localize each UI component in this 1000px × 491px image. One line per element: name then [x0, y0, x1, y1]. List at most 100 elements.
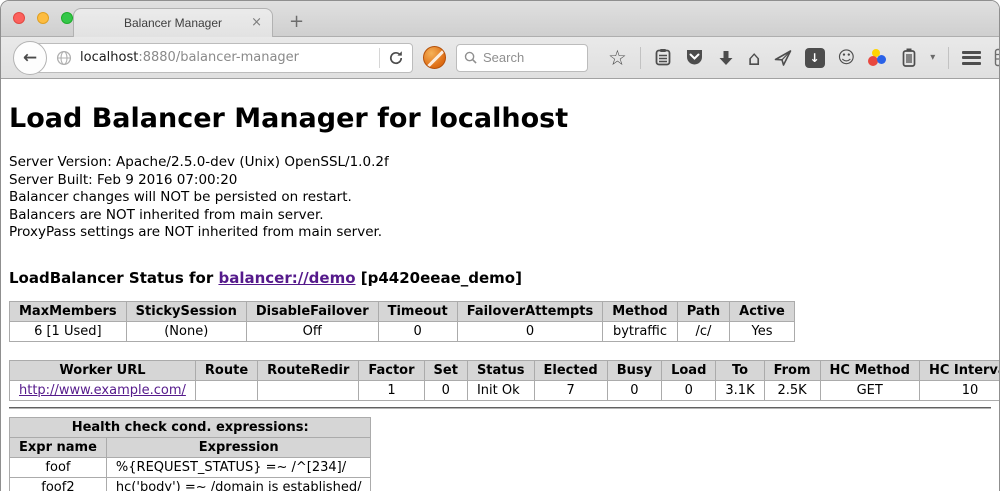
pocket-icon[interactable]: [685, 48, 704, 67]
cell-routeredir: [258, 380, 359, 400]
server-version-line: Server Version: Apache/2.5.0-dev (Unix) …: [9, 154, 991, 172]
bookmark-star-icon[interactable]: ☆: [608, 46, 627, 70]
battery-extension-icon[interactable]: [901, 48, 917, 67]
column-header: Busy: [607, 360, 661, 380]
close-window-button[interactable]: [13, 12, 25, 24]
column-header: MaxMembers: [10, 301, 127, 321]
column-header: Set: [424, 360, 467, 380]
column-header: Expression: [106, 437, 371, 457]
column-header: Status: [467, 360, 534, 380]
search-icon: [464, 51, 477, 64]
worker-url-link[interactable]: http://www.example.com/: [19, 383, 186, 398]
health-check-caption: Health check cond. expressions:: [10, 417, 371, 437]
cell-factor: 1: [359, 380, 424, 400]
column-header: From: [764, 360, 820, 380]
search-bar[interactable]: Search: [456, 44, 588, 72]
page-content: Load Balancer Manager for localhost Serv…: [1, 79, 999, 491]
colored-dots-extension-icon[interactable]: [868, 48, 888, 68]
table-header-row: MaxMembers StickySession DisableFailover…: [10, 301, 795, 321]
reading-list-icon[interactable]: [654, 48, 672, 67]
column-header: Worker URL: [10, 360, 196, 380]
window-controls: [13, 12, 73, 24]
worker-table: Worker URL Route RouteRedir Factor Set S…: [9, 360, 999, 401]
navigation-toolbar: ← localhost:8880/balancer-manager Search…: [1, 37, 999, 79]
cell-expr-name: foof2: [10, 477, 107, 491]
cell-active: Yes: [730, 321, 795, 341]
back-button[interactable]: ←: [13, 41, 47, 75]
send-plane-icon[interactable]: [774, 49, 792, 67]
url-bar-group: ← localhost:8880/balancer-manager: [13, 43, 413, 73]
home-icon[interactable]: ⌂: [748, 46, 761, 70]
notice-line: Balancers are NOT inherited from main se…: [9, 207, 991, 225]
cell-set: 0: [424, 380, 467, 400]
expression-row: foof %{REQUEST_STATUS} =~ /^[234]/: [10, 457, 371, 477]
worker-row: http://www.example.com/ 1 0 Init Ok 7 0 …: [10, 380, 1000, 400]
cell-route: [195, 380, 257, 400]
cell-from: 2.5K: [764, 380, 820, 400]
cell-to: 3.1K: [716, 380, 764, 400]
site-identity-globe-icon: [56, 50, 72, 66]
minimize-window-button[interactable]: [37, 12, 49, 24]
balancer-demo-link[interactable]: balancer://demo: [218, 269, 355, 287]
column-header: RouteRedir: [258, 360, 359, 380]
heading-prefix: LoadBalancer Status for: [9, 269, 218, 287]
column-header: FailoverAttempts: [457, 301, 603, 321]
cell-worker-url: http://www.example.com/: [10, 380, 196, 400]
server-info: Server Version: Apache/2.5.0-dev (Unix) …: [9, 154, 991, 242]
page-title: Load Balancer Manager for localhost: [9, 103, 991, 134]
toolbar-icons: ☆ ⌂ ↓ ☺ ▾: [608, 46, 1000, 70]
column-header: StickySession: [126, 301, 246, 321]
url-path: :8880/balancer-manager: [138, 50, 299, 65]
cell-disablefailover: Off: [246, 321, 378, 341]
cell-stickysession: (None): [126, 321, 246, 341]
titlebar: Balancer Manager × +: [1, 1, 999, 37]
cell-status: Init Ok: [467, 380, 534, 400]
balancer-settings-table: MaxMembers StickySession DisableFailover…: [9, 301, 795, 342]
flash-blocked-icon[interactable]: [423, 46, 446, 69]
url-bar[interactable]: localhost:8880/balancer-manager: [29, 43, 413, 73]
download-arrow-icon[interactable]: [717, 49, 735, 67]
column-header: To: [716, 360, 764, 380]
notice-line: Balancer changes will NOT be persisted o…: [9, 189, 991, 207]
cell-expression: %{REQUEST_STATUS} =~ /^[234]/: [106, 457, 371, 477]
table-caption-row: Health check cond. expressions:: [10, 417, 371, 437]
column-header: Method: [603, 301, 677, 321]
maximize-window-button[interactable]: [61, 12, 73, 24]
chevron-down-icon[interactable]: ▾: [930, 52, 935, 63]
column-header: Elected: [534, 360, 607, 380]
toolbar-divider: [948, 47, 949, 69]
tab-title: Balancer Manager: [124, 16, 222, 30]
emoji-chat-icon[interactable]: ☺: [838, 48, 856, 68]
cell-maxmembers: 6 [1 Used]: [10, 321, 127, 341]
cell-expression: hc('body') =~ /domain is established/: [106, 477, 371, 491]
screenshot-grid-extension-icon[interactable]: [994, 48, 1000, 67]
column-header: Load: [662, 360, 716, 380]
column-header: Factor: [359, 360, 424, 380]
notice-line: ProxyPass settings are NOT inherited fro…: [9, 224, 991, 242]
server-built-line: Server Built: Feb 9 2016 07:00:20: [9, 172, 991, 190]
column-header: Route: [195, 360, 257, 380]
expression-row: foof2 hc('body') =~ /domain is establish…: [10, 477, 371, 491]
close-tab-icon[interactable]: ×: [251, 15, 262, 30]
browser-window: Balancer Manager × + ← localhost:8880/ba…: [0, 0, 1000, 491]
column-header: Path: [677, 301, 729, 321]
download-box-icon[interactable]: ↓: [805, 48, 825, 68]
search-placeholder: Search: [483, 50, 524, 65]
column-header: HC Interval: [919, 360, 999, 380]
cell-busy: 0: [607, 380, 661, 400]
section-divider: [9, 407, 991, 409]
column-header: Expr name: [10, 437, 107, 457]
reload-icon[interactable]: [388, 50, 404, 66]
cell-method: bytraffic: [603, 321, 677, 341]
cell-hc-method: GET: [820, 380, 919, 400]
menu-icon[interactable]: [962, 51, 981, 65]
health-check-table: Health check cond. expressions: Expr nam…: [9, 417, 371, 491]
table-row: 6 [1 Used] (None) Off 0 0 bytraffic /c/ …: [10, 321, 795, 341]
tab-balancer-manager[interactable]: Balancer Manager ×: [73, 8, 273, 37]
new-tab-button[interactable]: +: [289, 12, 304, 32]
cell-expr-name: foof: [10, 457, 107, 477]
cell-load: 0: [662, 380, 716, 400]
table-header-row: Expr name Expression: [10, 437, 371, 457]
cell-failoverattempts: 0: [457, 321, 603, 341]
toolbar-divider: [640, 47, 641, 69]
